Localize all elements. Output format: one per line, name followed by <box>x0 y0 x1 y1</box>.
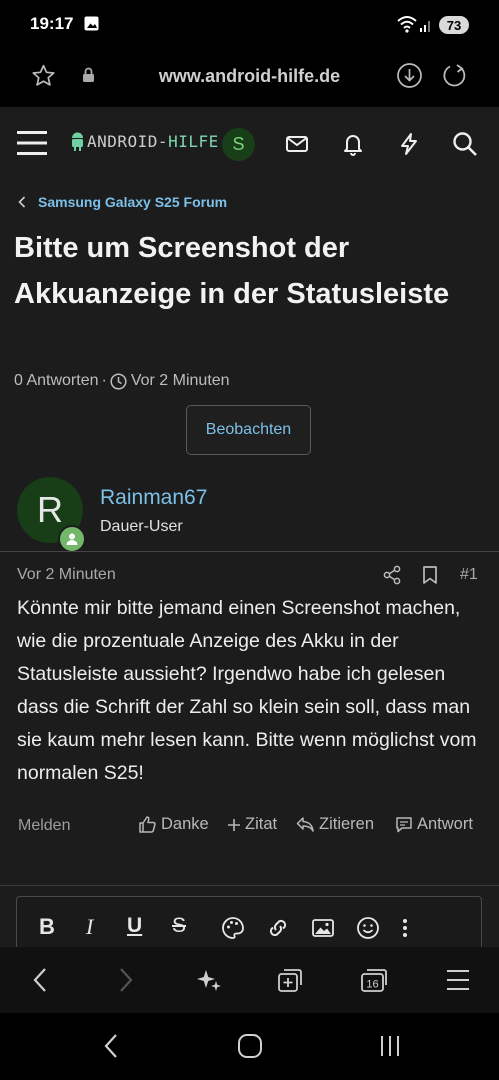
reply-arrow-icon <box>296 817 314 832</box>
chevron-left-icon <box>18 196 26 208</box>
underline-button[interactable]: U <box>127 914 142 938</box>
forward-arrow-icon[interactable] <box>116 966 136 994</box>
italic-button[interactable]: I <box>86 914 93 940</box>
quote-button[interactable]: Zitat <box>227 815 277 834</box>
nav-home-icon[interactable] <box>237 1033 263 1059</box>
palette-icon[interactable] <box>221 916 245 940</box>
breadcrumb[interactable]: Samsung Galaxy S25 Forum <box>18 194 227 210</box>
comment-icon <box>396 817 412 833</box>
wifi-icon <box>396 15 418 33</box>
thanks-button[interactable]: Danke <box>138 815 209 834</box>
android-robot-icon <box>72 132 83 151</box>
bolt-icon[interactable] <box>396 131 422 157</box>
report-link[interactable]: Melden <box>18 817 70 835</box>
battery-badge: 73 <box>439 16 469 34</box>
url-text[interactable]: www.android-hilfe.de <box>0 66 499 87</box>
thread-meta: 0 Antworten · Vor 2 Minuten <box>14 372 230 390</box>
reload-icon[interactable] <box>441 62 468 89</box>
bookmark-icon[interactable] <box>421 565 439 585</box>
online-status-icon <box>58 525 86 553</box>
divider <box>0 551 499 552</box>
hamburger-menu-icon[interactable] <box>16 128 48 158</box>
nav-recents-icon[interactable] <box>379 1034 401 1058</box>
plus-icon <box>228 818 240 831</box>
tabs-icon[interactable]: 16 <box>359 966 389 994</box>
thumbs-up-icon <box>139 816 156 833</box>
reply-button[interactable]: Antwort <box>395 815 473 834</box>
mail-icon[interactable] <box>284 131 310 157</box>
back-arrow-icon[interactable] <box>30 966 50 994</box>
strikethrough-button[interactable]: S <box>172 914 186 938</box>
bold-button[interactable]: B <box>39 914 55 940</box>
browser-menu-icon[interactable] <box>446 966 470 994</box>
bell-icon[interactable] <box>340 131 366 157</box>
multi-quote-button[interactable]: Zitieren <box>296 815 374 834</box>
sparkle-icon[interactable] <box>195 966 223 994</box>
site-logo[interactable]: ANDROID-HILFE <box>70 130 219 152</box>
reply-label: Antwort <box>417 815 473 833</box>
nav-back-icon[interactable] <box>101 1032 121 1060</box>
quote-label: Zitat <box>245 815 278 833</box>
search-icon[interactable] <box>451 130 479 158</box>
gallery-icon <box>84 16 99 31</box>
logo-text: ANDROID-HILFE <box>87 131 219 151</box>
breadcrumb-label[interactable]: Samsung Galaxy S25 Forum <box>38 194 227 210</box>
more-options-icon[interactable] <box>401 918 409 938</box>
download-icon[interactable] <box>396 62 423 89</box>
multi-quote-label: Zitieren <box>319 815 375 833</box>
watch-button[interactable]: Beobachten <box>186 405 311 455</box>
new-tab-icon[interactable] <box>276 966 304 994</box>
reply-count: 0 Antworten <box>14 372 99 389</box>
author-name[interactable]: Rainman67 <box>100 486 207 510</box>
thread-title: Bitte um Screenshot der Akkuanzeige in d… <box>14 232 450 310</box>
smiley-icon[interactable] <box>356 916 380 940</box>
meta-separator: · <box>101 372 107 389</box>
clock-icon <box>110 372 127 390</box>
divider <box>0 885 499 886</box>
status-time: 19:17 <box>30 14 74 33</box>
link-icon[interactable] <box>266 916 290 940</box>
post-number[interactable]: #1 <box>460 566 478 584</box>
image-icon[interactable] <box>311 917 335 939</box>
share-icon[interactable] <box>382 565 402 585</box>
signal-icon <box>419 17 433 33</box>
thread-time: Vor 2 Minuten <box>130 372 230 389</box>
browser-toolbar <box>0 947 499 1013</box>
user-avatar[interactable]: S <box>222 128 255 161</box>
author-role: Dauer-User <box>100 518 183 535</box>
tabs-count: 16 <box>366 979 378 991</box>
post-body: Könnte mir bitte jemand einen Screenshot… <box>17 597 477 784</box>
post-time[interactable]: Vor 2 Minuten <box>17 566 116 584</box>
thanks-label: Danke <box>161 815 209 833</box>
